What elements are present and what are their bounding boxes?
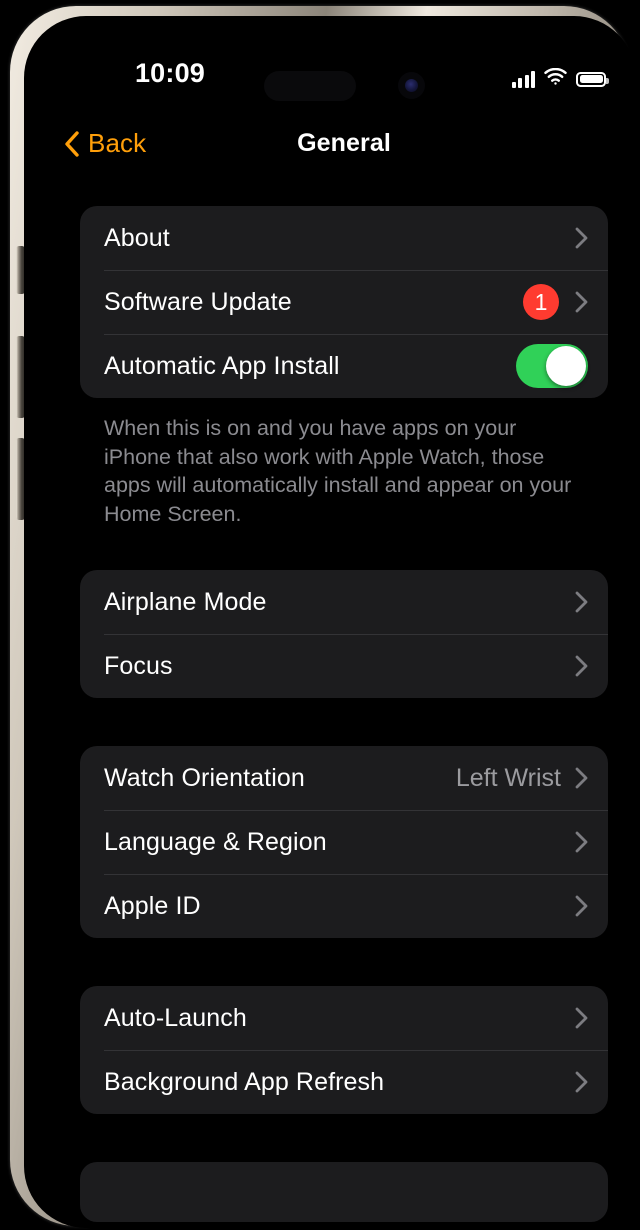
phone-screen: 10:09 Back General About Software Update… (46, 34, 640, 1230)
battery-full-icon (576, 71, 609, 87)
settings-card-1: About Software Update 1 Automatic App In… (80, 206, 608, 398)
row-label: Apple ID (104, 891, 201, 920)
phone-bezel: 10:09 Back General About Software Update… (24, 16, 640, 1230)
cellular-signal-icon (511, 70, 535, 88)
chevron-right-icon (575, 831, 588, 853)
row-value: Left Wrist (455, 763, 561, 792)
row-label: Auto-Launch (104, 1003, 247, 1032)
wifi-icon (544, 67, 567, 90)
row-language-region[interactable]: Language & Region (80, 810, 608, 874)
row-airplane-mode[interactable]: Airplane Mode (80, 570, 608, 634)
row-label: Background App Refresh (104, 1067, 385, 1096)
row-automatic-app-install[interactable]: Automatic App Install (80, 334, 608, 398)
row-apple-id[interactable]: Apple ID (80, 874, 608, 938)
settings-group-4: Auto-Launch Background App Refresh (80, 986, 608, 1114)
toggle-knob (546, 346, 586, 386)
row-label: Language & Region (104, 827, 327, 856)
settings-group-1: About Software Update 1 Automatic App In… (80, 206, 608, 528)
page-title: General (297, 129, 391, 157)
chevron-right-icon (575, 1071, 588, 1093)
chevron-right-icon (575, 227, 588, 249)
row-focus[interactable]: Focus (80, 634, 608, 698)
chevron-right-icon (575, 655, 588, 677)
settings-group-2: Airplane Mode Focus (80, 570, 608, 698)
front-camera-icon (398, 72, 425, 99)
chevron-right-icon (575, 291, 588, 313)
automatic-app-install-toggle[interactable] (516, 344, 588, 388)
row-label: Automatic App Install (104, 351, 340, 380)
settings-card-2: Airplane Mode Focus (80, 570, 608, 698)
settings-card-5[interactable] (80, 1162, 608, 1222)
row-about[interactable]: About (80, 206, 608, 270)
status-bar-clock: 10:09 (134, 58, 206, 88)
dynamic-island (264, 71, 356, 101)
chevron-right-icon (575, 1007, 588, 1029)
row-label: About (104, 223, 170, 252)
phone-frame: 10:09 Back General About Software Update… (10, 6, 640, 1230)
chevron-right-icon (575, 767, 588, 789)
navigation-bar: Back General (46, 108, 640, 172)
row-watch-orientation[interactable]: Watch Orientation Left Wrist (80, 746, 608, 810)
status-badge: 1 (523, 284, 559, 320)
group-footer-text: When this is on and you have apps on you… (104, 416, 572, 526)
row-label: Airplane Mode (104, 587, 267, 616)
settings-group-3: Watch Orientation Left Wrist Language & … (80, 746, 608, 938)
status-bar-icons (511, 67, 609, 90)
row-software-update[interactable]: Software Update 1 (80, 270, 608, 334)
settings-list[interactable]: About Software Update 1 Automatic App In… (46, 172, 640, 1230)
spacer-top (46, 172, 640, 206)
chevron-right-icon (575, 895, 588, 917)
row-background-app-refresh[interactable]: Background App Refresh (80, 1050, 608, 1114)
row-auto-launch[interactable]: Auto-Launch (80, 986, 608, 1050)
row-label: Watch Orientation (104, 763, 305, 792)
settings-group-5-partial (80, 1162, 608, 1222)
status-bar: 10:09 (46, 34, 640, 108)
settings-card-4: Auto-Launch Background App Refresh (80, 986, 608, 1114)
row-label: Software Update (104, 287, 292, 316)
chevron-right-icon (575, 591, 588, 613)
settings-card-3: Watch Orientation Left Wrist Language & … (80, 746, 608, 938)
row-label: Focus (104, 651, 173, 680)
